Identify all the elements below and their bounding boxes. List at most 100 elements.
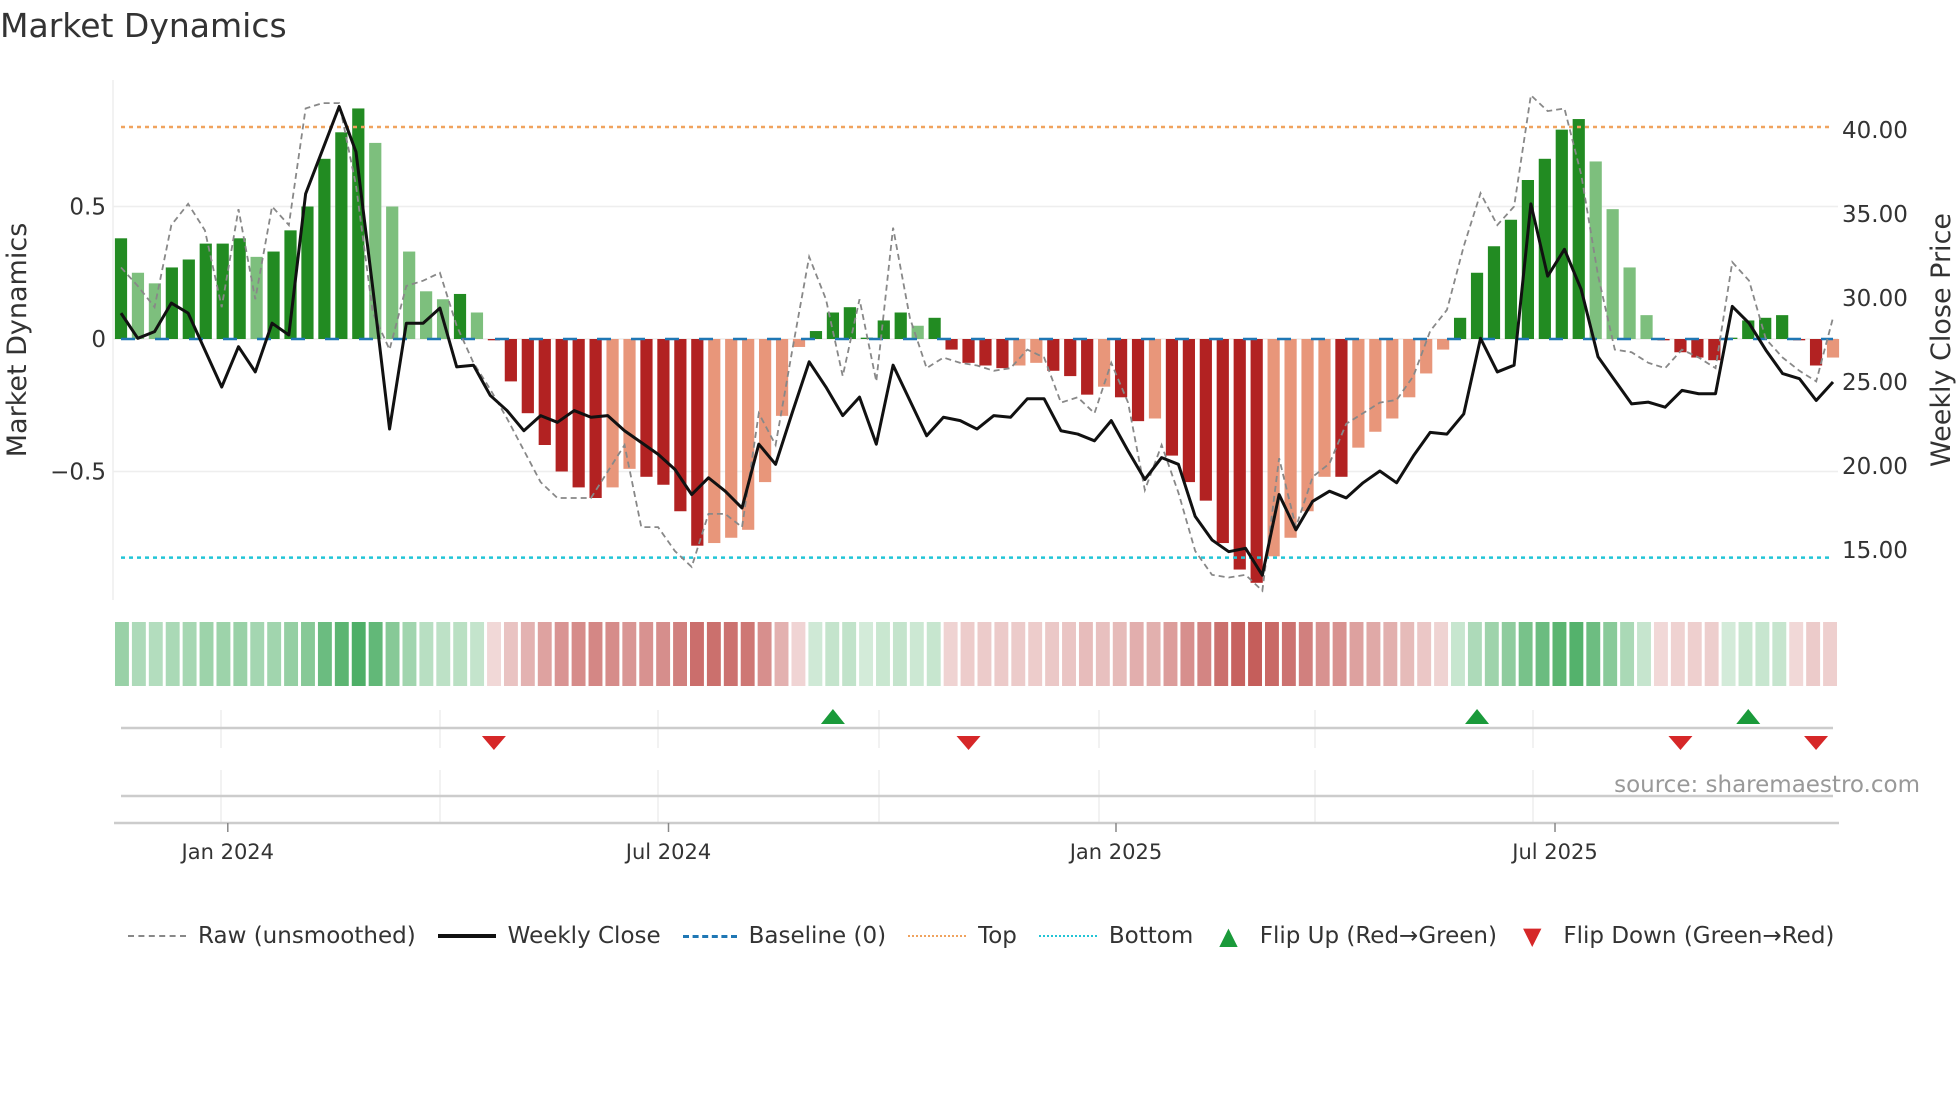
y2-tick-label: 25.00 (1842, 370, 1908, 396)
heat-cell (842, 622, 857, 686)
heat-cell (774, 622, 789, 686)
heat-cell (1586, 622, 1601, 686)
dynamics-bar (1691, 339, 1704, 358)
heat-cell (1231, 622, 1246, 686)
heat-cell (808, 622, 823, 686)
heat-cell (673, 622, 687, 686)
heat-cell (892, 622, 907, 686)
heat-cell (1129, 622, 1144, 686)
heat-cell (487, 622, 501, 686)
heat-cell (453, 622, 468, 686)
y-tick-label: 0 (91, 327, 106, 353)
legend-bottom-swatch (1038, 935, 1097, 937)
heat-cell (622, 622, 637, 686)
legend: Raw (unsmoothed) Weekly Close Baseline (… (128, 922, 1856, 950)
dynamics-bar (1233, 339, 1246, 570)
dynamics-bar (1318, 339, 1331, 477)
dynamics-bar (1216, 339, 1229, 544)
heat-cell (1197, 622, 1212, 686)
dynamics-bar (962, 339, 975, 363)
flip-down-marker (956, 736, 981, 750)
x-tick-label: Jan 2025 (1068, 840, 1163, 864)
flip-up-marker (820, 709, 845, 724)
y2-tick-label: 40.00 (1842, 118, 1908, 144)
dynamics-bar (335, 132, 348, 339)
heat-cell (1451, 622, 1465, 686)
heat-cell (1028, 622, 1043, 686)
dynamics-bar (1589, 161, 1602, 339)
triangle-down-icon: ▼ (1522, 922, 1542, 950)
dynamics-bar (979, 339, 992, 366)
dynamics-bar (1182, 339, 1195, 483)
y2-tick-label: 15.00 (1842, 538, 1908, 564)
y2-axis-label: Weekly Close Price (1926, 213, 1957, 467)
dynamics-bar (1487, 246, 1501, 339)
heat-cell (1704, 622, 1719, 686)
heat-cell (1078, 622, 1093, 686)
legend-close-label: Weekly Close (507, 923, 661, 949)
dynamics-bar (1470, 272, 1484, 339)
dynamics-bar (521, 339, 534, 414)
heat-cell (1687, 622, 1702, 686)
heat-cell (165, 622, 180, 686)
dynamics-bar (114, 238, 128, 339)
heat-cell (1569, 622, 1584, 686)
legend-baseline: Baseline (0) (682, 923, 886, 949)
legend-top-swatch (908, 935, 967, 937)
heat-cell (1011, 622, 1026, 686)
heat-cell (1062, 622, 1076, 686)
y-tick-label: −0.5 (50, 460, 106, 486)
legend-flip-up-label: Flip Up (Red→Green) (1259, 923, 1497, 949)
heat-cell (1095, 622, 1110, 686)
y-tick-label: 0.5 (69, 195, 106, 221)
heat-cell (1637, 622, 1651, 686)
heat-cell (1315, 622, 1330, 686)
dynamics-bar (606, 339, 619, 488)
heat-cell (1400, 622, 1415, 686)
heat-cell (1383, 622, 1398, 686)
dynamics-bar (1013, 339, 1026, 366)
flip-up-marker (1465, 709, 1490, 724)
heat-cell (909, 622, 924, 686)
dynamics-bar (1623, 267, 1636, 339)
dynamics-bar (1369, 339, 1382, 432)
heat-cell (1180, 622, 1195, 686)
heat-cell (706, 622, 721, 686)
heat-cell (216, 622, 231, 686)
y2-tick-label: 30.00 (1842, 286, 1908, 312)
heat-cell (656, 622, 671, 686)
legend-flip-down: ▼ Flip Down (Green→Red) (1519, 922, 1834, 950)
dynamics-bar (759, 339, 772, 483)
dynamics-bar (1047, 339, 1060, 371)
heat-cell (115, 622, 129, 686)
heat-cell (470, 622, 485, 686)
heat-cell (825, 622, 840, 686)
y-axis-label: Market Dynamics (2, 223, 33, 458)
dynamics-bar (131, 272, 145, 339)
heat-cell (1146, 622, 1161, 686)
legend-flip-up: ▲ Flip Up (Red→Green) (1215, 922, 1497, 950)
x-tick-label: Jan 2024 (180, 840, 275, 864)
legend-bottom: Bottom (1038, 923, 1193, 949)
dynamics-bar (1776, 315, 1789, 339)
x-tick-label: Jul 2024 (624, 840, 711, 864)
dynamics-bar (1148, 339, 1162, 419)
heat-cell (402, 622, 417, 686)
legend-close: Weekly Close (437, 923, 661, 949)
heat-cell (1298, 622, 1313, 686)
dynamics-bar (1352, 339, 1365, 448)
heat-cell (1112, 622, 1127, 686)
legend-baseline-swatch (682, 934, 737, 938)
dynamics-bar (555, 339, 568, 472)
heat-cell (1789, 622, 1804, 686)
heat-cell (943, 622, 958, 686)
dynamics-bar (1335, 339, 1348, 477)
heat-cell (859, 622, 874, 686)
heat-cell (1248, 622, 1262, 686)
flip-down-marker (1804, 736, 1829, 750)
heat-cell (1332, 622, 1347, 686)
dynamics-bar (233, 238, 246, 339)
heat-cell (1349, 622, 1364, 686)
heat-cell (1620, 622, 1635, 686)
heat-cell (1535, 622, 1550, 686)
